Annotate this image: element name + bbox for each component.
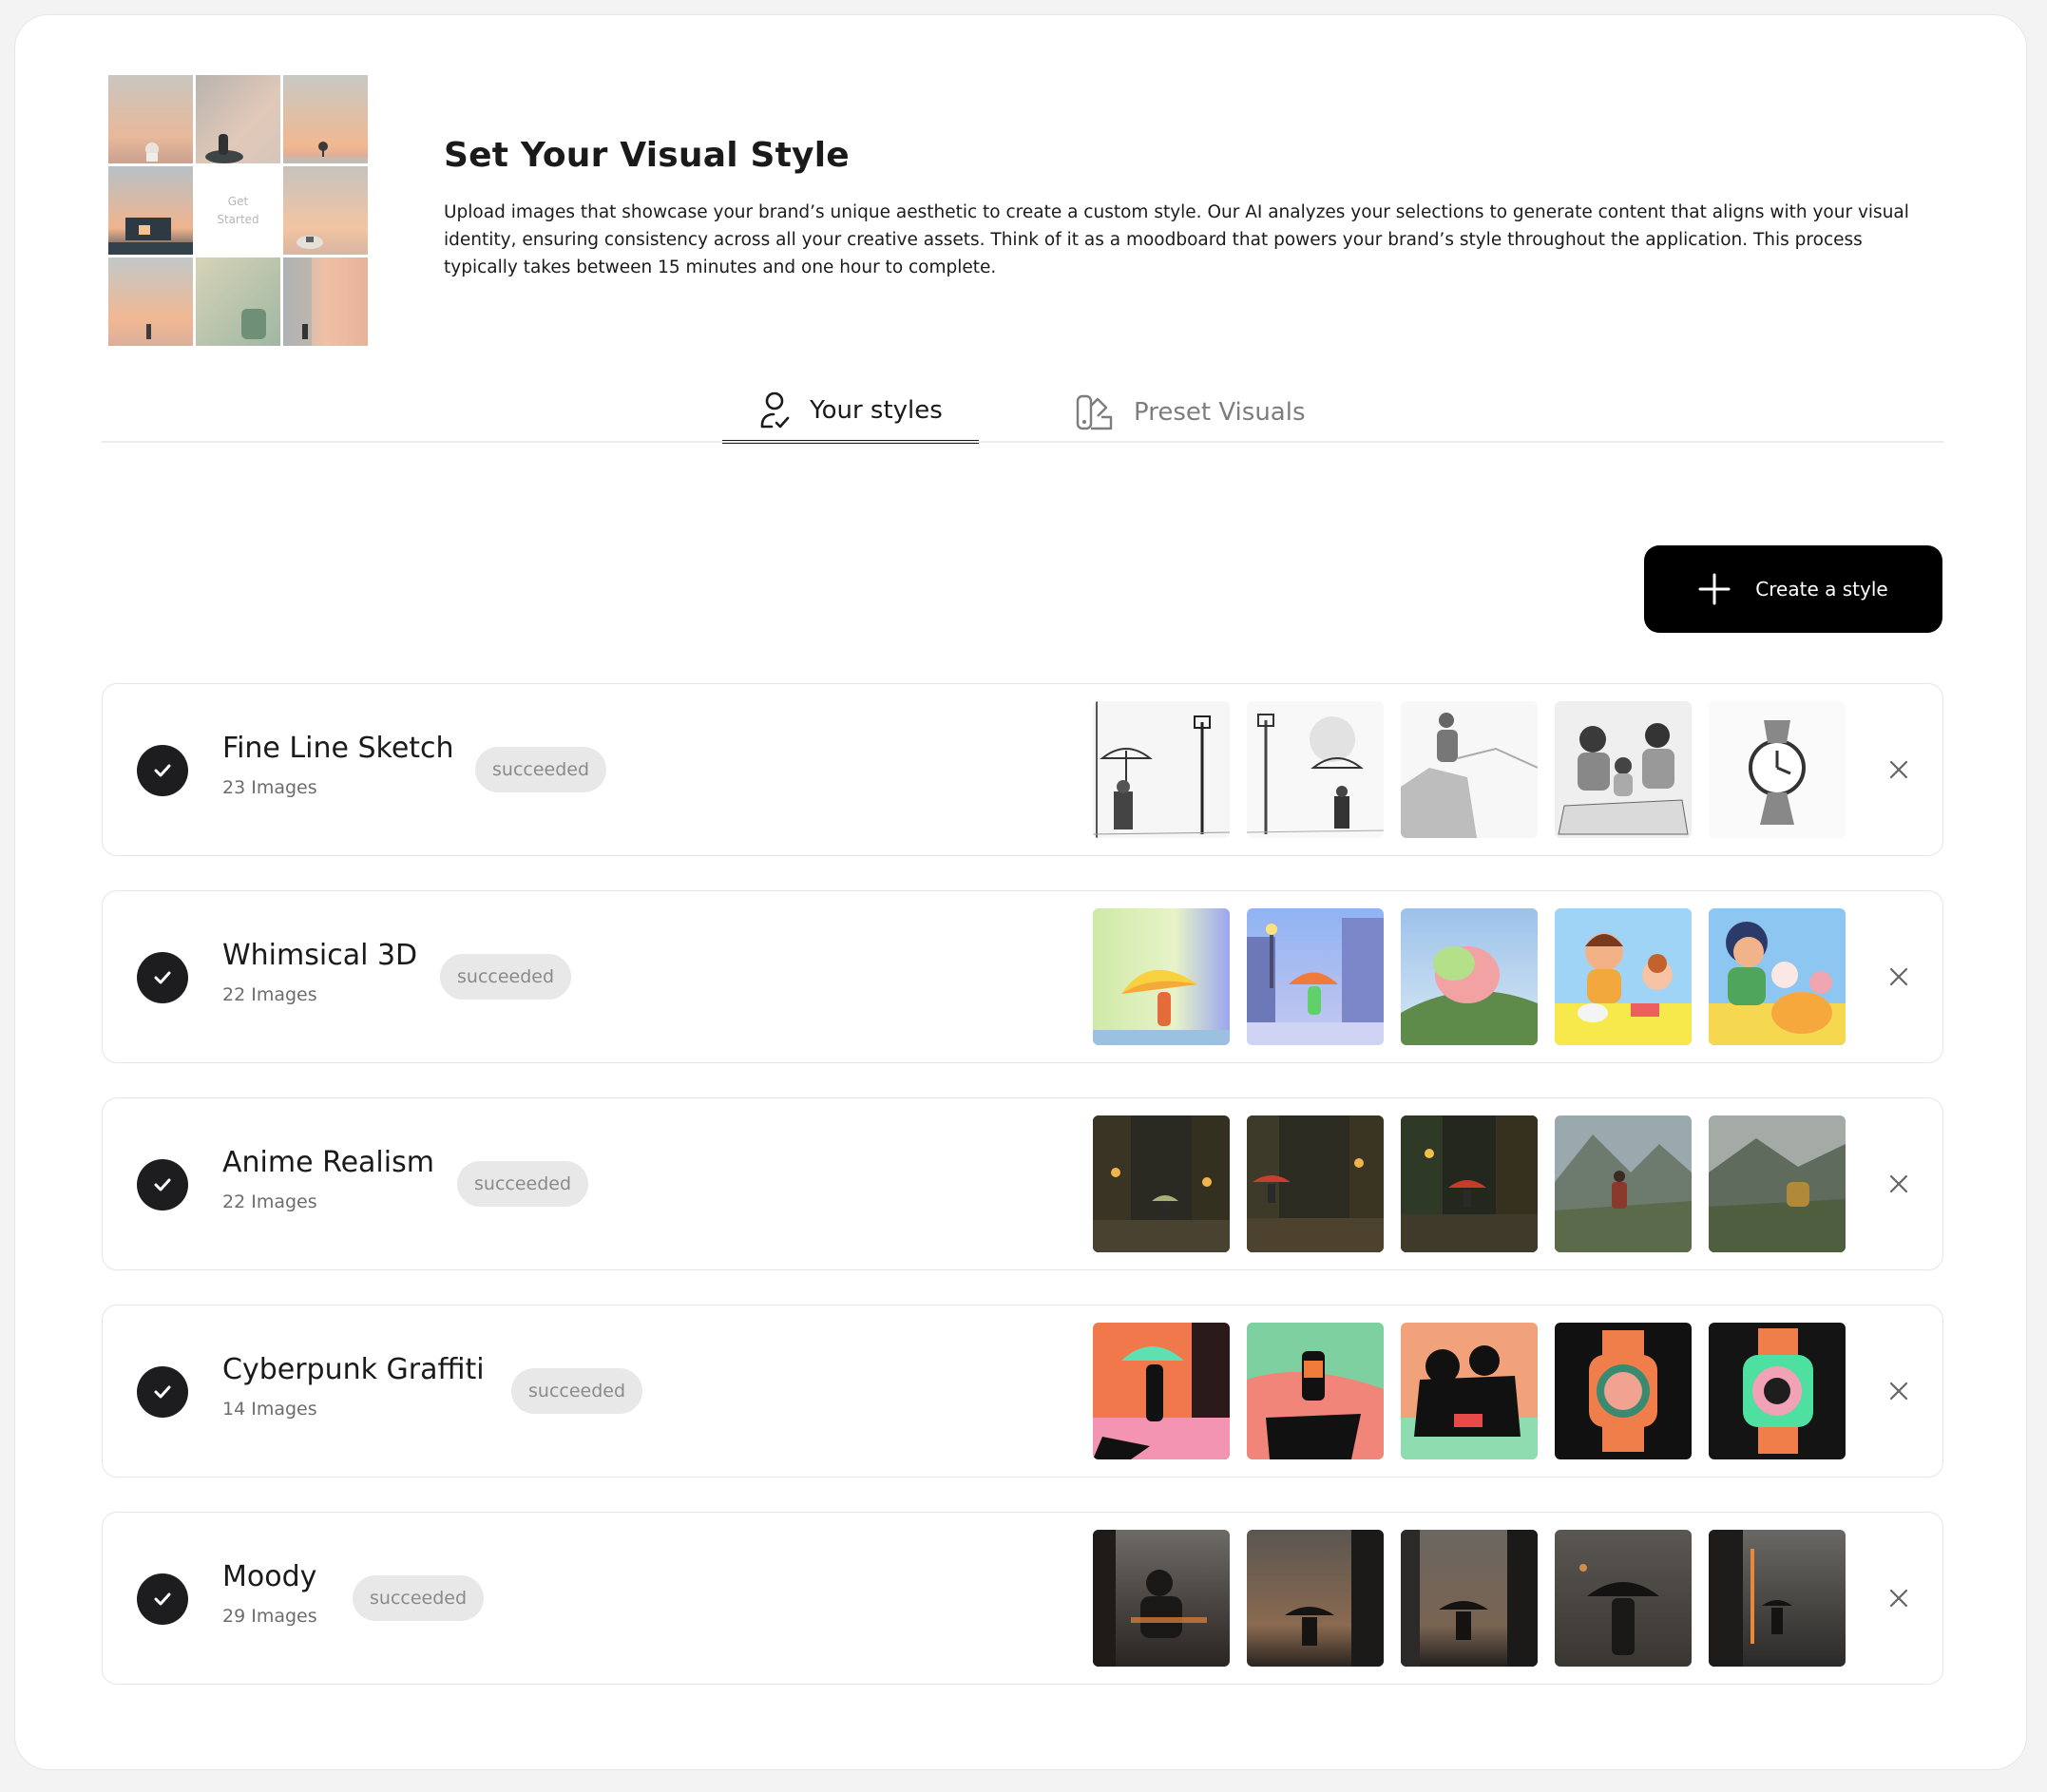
remove-style-button[interactable] [1880,1579,1918,1617]
style-thumbnail[interactable] [1555,1323,1692,1459]
check-icon[interactable] [137,1573,188,1625]
moodboard-image [283,166,368,255]
moodboard-image [108,166,193,255]
close-icon [1889,760,1908,779]
get-started-line-1: Get [227,194,249,208]
style-thumbnail[interactable] [1709,701,1846,838]
style-name: Fine Line Sketch [222,732,454,765]
style-row[interactable]: Fine Line Sketch 23 Images succeeded [102,683,1943,856]
moodboard-image [283,75,368,163]
check-icon[interactable] [137,745,188,796]
check-icon[interactable] [137,1159,188,1211]
status-badge: succeeded [457,1161,589,1207]
tab-your-styles-label: Your styles [810,396,943,425]
moodboard-image [283,257,368,346]
plus-icon [1698,573,1731,605]
style-thumbnail[interactable] [1401,1323,1538,1459]
style-thumbnail[interactable] [1401,908,1538,1045]
style-thumbnails [1093,1323,1846,1459]
moodboard-image [108,75,193,163]
style-row[interactable]: Moody 29 Images succeeded [102,1512,1943,1685]
remove-style-button[interactable] [1880,751,1918,789]
style-thumbnail[interactable] [1247,1323,1384,1459]
status-badge: succeeded [511,1368,643,1414]
style-thumbnails [1093,1530,1846,1667]
style-name: Moody [222,1560,317,1593]
style-thumbnail[interactable] [1709,1530,1846,1667]
style-thumbnail[interactable] [1401,701,1538,838]
page-description: Upload images that showcase your brand’s… [444,202,1909,277]
page-card: Get Started Set Your Visual Style Upload… [14,14,2027,1770]
style-row[interactable]: Anime Realism 22 Images succeeded [102,1097,1943,1270]
style-thumbnail[interactable] [1247,701,1384,838]
user-check-icon [758,391,791,430]
style-image-count: 22 Images [222,984,317,1005]
status-badge: succeeded [353,1575,485,1621]
style-thumbnails [1093,1115,1846,1252]
style-name: Cyberpunk Graffiti [222,1353,485,1386]
moodboard-image [196,75,280,163]
style-thumbnail[interactable] [1709,1115,1846,1252]
style-thumbnail[interactable] [1247,1115,1384,1252]
tabs-divider [102,441,1943,443]
style-row[interactable]: Whimsical 3D 22 Images succeeded [102,890,1943,1063]
style-thumbnail[interactable] [1709,1323,1846,1459]
style-thumbnail[interactable] [1555,908,1692,1045]
close-icon [1889,967,1908,986]
page-title: Set Your Visual Style [444,136,850,175]
status-badge: succeeded [440,954,572,1000]
style-thumbnail[interactable] [1093,1530,1230,1667]
style-thumbnail[interactable] [1555,1115,1692,1252]
style-thumbnails [1093,908,1846,1045]
remove-style-button[interactable] [1880,1372,1918,1410]
swatch-icon [1075,392,1115,432]
close-icon [1889,1174,1908,1193]
style-image-count: 23 Images [222,777,317,798]
create-style-label: Create a style [1755,578,1888,601]
check-icon[interactable] [137,952,188,1003]
style-thumbnails [1093,701,1846,838]
moodboard-image [108,257,193,346]
close-icon [1889,1382,1908,1401]
close-icon [1889,1589,1908,1608]
style-thumbnail[interactable] [1555,701,1692,838]
style-thumbnail[interactable] [1247,908,1384,1045]
moodboard-image [196,257,280,346]
style-thumbnail[interactable] [1093,1323,1230,1459]
style-row[interactable]: Cyberpunk Graffiti 14 Images succeeded [102,1305,1943,1477]
status-badge: succeeded [475,747,607,792]
get-started-line-2: Started [217,212,259,226]
style-thumbnail[interactable] [1401,1530,1538,1667]
create-style-button[interactable]: Create a style [1644,545,1942,633]
get-started-tile[interactable]: Get Started [196,166,280,255]
style-thumbnail[interactable] [1709,908,1846,1045]
style-thumbnail[interactable] [1401,1115,1538,1252]
tab-preset-visuals-label: Preset Visuals [1134,398,1306,427]
style-thumbnail[interactable] [1555,1530,1692,1667]
remove-style-button[interactable] [1880,958,1918,996]
style-image-count: 14 Images [222,1399,317,1420]
tab-your-styles[interactable]: Your styles [722,381,979,444]
tab-preset-visuals[interactable]: Preset Visuals [1075,381,1331,444]
style-name: Whimsical 3D [222,939,418,972]
style-name: Anime Realism [222,1146,434,1179]
style-thumbnail[interactable] [1247,1530,1384,1667]
hero-moodboard: Get Started [108,75,369,350]
remove-style-button[interactable] [1880,1165,1918,1203]
style-thumbnail[interactable] [1093,908,1230,1045]
check-icon[interactable] [137,1366,188,1418]
style-image-count: 29 Images [222,1606,317,1627]
style-thumbnail[interactable] [1093,701,1230,838]
style-thumbnail[interactable] [1093,1115,1230,1252]
style-image-count: 22 Images [222,1191,317,1212]
